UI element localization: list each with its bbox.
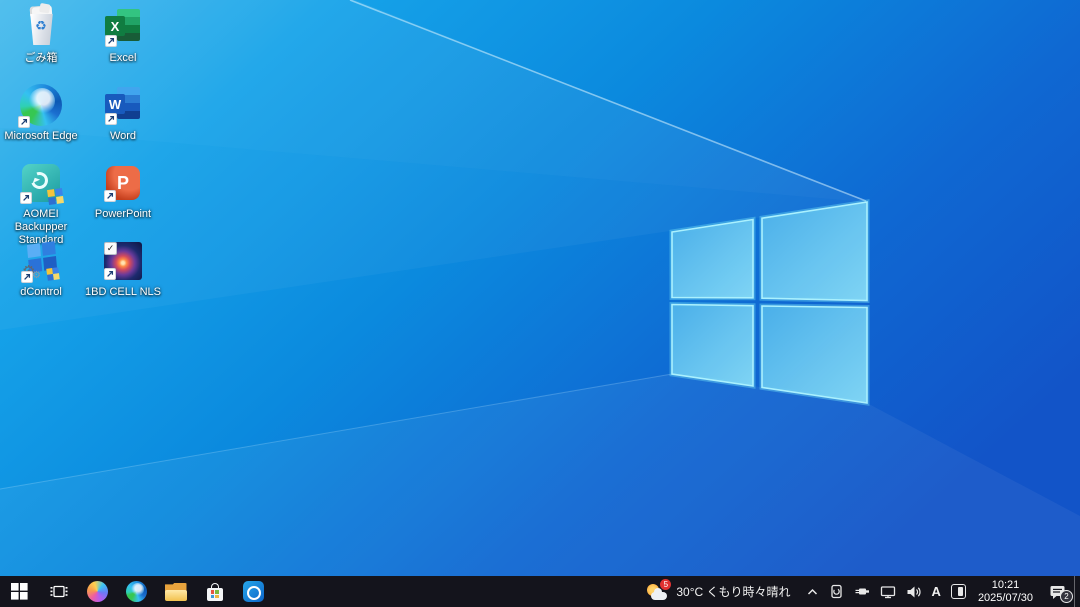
copilot-icon — [87, 581, 108, 602]
store-bag-icon — [206, 582, 224, 601]
recycle-bin-icon: ♻ — [21, 6, 61, 48]
shortcut-arrow-icon — [18, 116, 30, 128]
excel-icon: X — [103, 7, 143, 47]
weather-badge: 5 — [660, 579, 671, 590]
recycle-symbol-icon: ♻ — [21, 19, 61, 32]
outlook-button[interactable] — [234, 576, 273, 607]
desktop-icon-label: 1BD CELL NLS — [82, 286, 164, 299]
system-tray: 5 30°C くもり時々晴れ — [638, 576, 1080, 607]
task-view-button[interactable] — [39, 576, 78, 607]
network-tray-icon[interactable] — [875, 576, 901, 607]
desktop-icon-dcontrol[interactable]: ⚙ ⚙ dControl — [0, 238, 82, 299]
ime-mode-indicator[interactable]: A — [927, 576, 946, 607]
shortcut-arrow-icon — [21, 271, 33, 283]
file-explorer-button[interactable] — [156, 576, 195, 607]
clock-date: 2025/07/30 — [978, 592, 1033, 605]
action-center-badge: 2 — [1060, 590, 1073, 603]
weather-widget[interactable]: 5 30°C くもり時々晴れ — [638, 576, 800, 607]
clock-time: 10:21 — [992, 579, 1020, 592]
windows-logo-icon — [11, 583, 28, 600]
desktop-icon-label: Word — [82, 130, 164, 143]
desktop-icon-1bd-cell-nls[interactable]: ✓ 1BD CELL NLS — [82, 238, 164, 299]
outlook-icon — [243, 581, 264, 602]
desktop-icon-label: dControl — [0, 286, 82, 299]
device-sync-tray-icon[interactable] — [824, 576, 849, 607]
edge-icon — [126, 581, 147, 602]
show-desktop-button[interactable] — [1074, 576, 1080, 607]
taskbar-clock[interactable]: 10:21 2025/07/30 — [971, 576, 1040, 607]
speaker-icon — [906, 585, 922, 599]
shortcut-arrow-icon — [104, 190, 116, 202]
shortcut-arrow-icon — [104, 268, 116, 280]
ime-pad-icon — [951, 584, 966, 599]
checkbox-icon: ✓ — [104, 242, 117, 255]
word-icon: W — [103, 85, 143, 125]
ime-mode-label: A — [932, 584, 941, 599]
chevron-up-icon — [806, 586, 819, 598]
weather-sun-cloud-icon: 5 — [646, 581, 669, 603]
network-monitor-icon — [880, 585, 896, 599]
windows-desktop: ♻ ごみ箱 X Excel — [0, 0, 1080, 607]
aomei-backupper-icon — [22, 164, 60, 202]
desktop-icon-aomei-backupper[interactable]: AOMEI Backupper Standard — [0, 160, 82, 247]
desktop-icon-label: PowerPoint — [82, 208, 164, 221]
desktop-icon-powerpoint[interactable]: P PowerPoint — [82, 160, 164, 221]
shortcut-arrow-icon — [105, 113, 117, 125]
desktop-icon-excel[interactable]: X Excel — [82, 4, 164, 65]
folder-icon — [165, 583, 187, 601]
desktop-icon-area: ♻ ごみ箱 X Excel — [0, 0, 300, 576]
desktop-icon-word[interactable]: W Word — [82, 82, 164, 143]
shortcut-arrow-icon — [105, 35, 117, 47]
weather-condition: くもり時々晴れ — [707, 585, 791, 599]
desktop-icon-label: Microsoft Edge — [0, 130, 82, 143]
copilot-button[interactable] — [78, 576, 117, 607]
desktop-icon-recycle-bin[interactable]: ♻ ごみ箱 — [0, 4, 82, 65]
shortcut-arrow-icon — [20, 192, 32, 204]
microsoft-store-button[interactable] — [195, 576, 234, 607]
dcontrol-icon: ⚙ ⚙ — [21, 241, 61, 281]
hidden-icons-chevron[interactable] — [801, 576, 824, 607]
taskbar: 5 30°C くもり時々晴れ — [0, 576, 1080, 607]
gear-icon: ⚙ — [32, 271, 41, 281]
start-button[interactable] — [0, 576, 39, 607]
desktop-icon-label: Excel — [82, 52, 164, 65]
desktop-icon-label: ごみ箱 — [0, 52, 82, 65]
usb-plug-icon — [854, 585, 870, 598]
device-sync-icon — [829, 584, 844, 600]
action-center-button[interactable]: 2 — [1040, 576, 1074, 607]
task-view-icon — [50, 584, 68, 599]
edge-button[interactable] — [117, 576, 156, 607]
1bd-cell-nls-icon: ✓ — [104, 242, 142, 280]
weather-temperature: 30°C — [676, 585, 703, 599]
taskbar-app-buttons — [0, 576, 273, 607]
ime-pad-button[interactable] — [946, 576, 971, 607]
desktop-icon-microsoft-edge[interactable]: Microsoft Edge — [0, 82, 82, 143]
usb-tray-icon[interactable] — [849, 576, 875, 607]
volume-tray-icon[interactable] — [901, 576, 927, 607]
